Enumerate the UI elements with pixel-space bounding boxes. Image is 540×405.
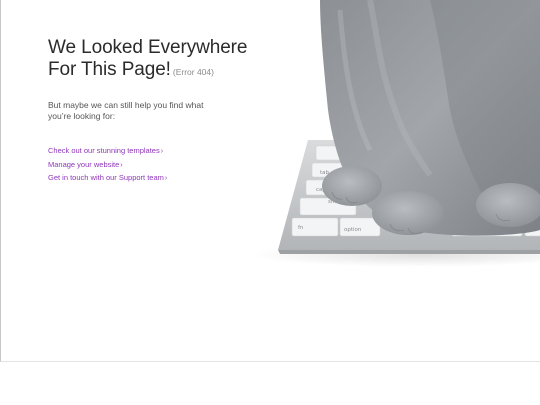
support-team-link-label: Get in touch with our Support team (48, 173, 164, 183)
error-content: We Looked Everywhere For This Page! (Erro… (48, 37, 288, 186)
chevron-right-icon: › (160, 148, 164, 155)
manage-website-link[interactable]: Manage your website› (48, 159, 288, 173)
templates-link-label: Check out our stunning templates (48, 146, 160, 155)
chevron-right-icon: › (120, 161, 123, 169)
error-code: (Error 404) (172, 67, 214, 77)
key-fn: fn (298, 225, 304, 231)
support-team-link[interactable]: Get in touch with our Support team› (48, 172, 288, 186)
title-line-1: We Looked Everywhere (48, 37, 248, 58)
page-title: We Looked Everywhere For This Page! (Erro… (48, 37, 288, 83)
manage-website-link-label: Manage your website (48, 159, 120, 169)
templates-link[interactable]: Check out our stunning templates› (48, 145, 288, 159)
help-links: Check out our stunning templates› Manage… (48, 145, 288, 186)
title-line-2: For This Page! (Error 404) (48, 59, 288, 83)
key-option: option (344, 227, 362, 233)
title-line-2-text: For This Page! (48, 59, 171, 80)
page-frame: shift caps lock tab fn option command We… (0, 0, 540, 362)
chevron-right-icon: › (164, 175, 168, 183)
help-text: But maybe we can still help you find wha… (48, 100, 204, 121)
